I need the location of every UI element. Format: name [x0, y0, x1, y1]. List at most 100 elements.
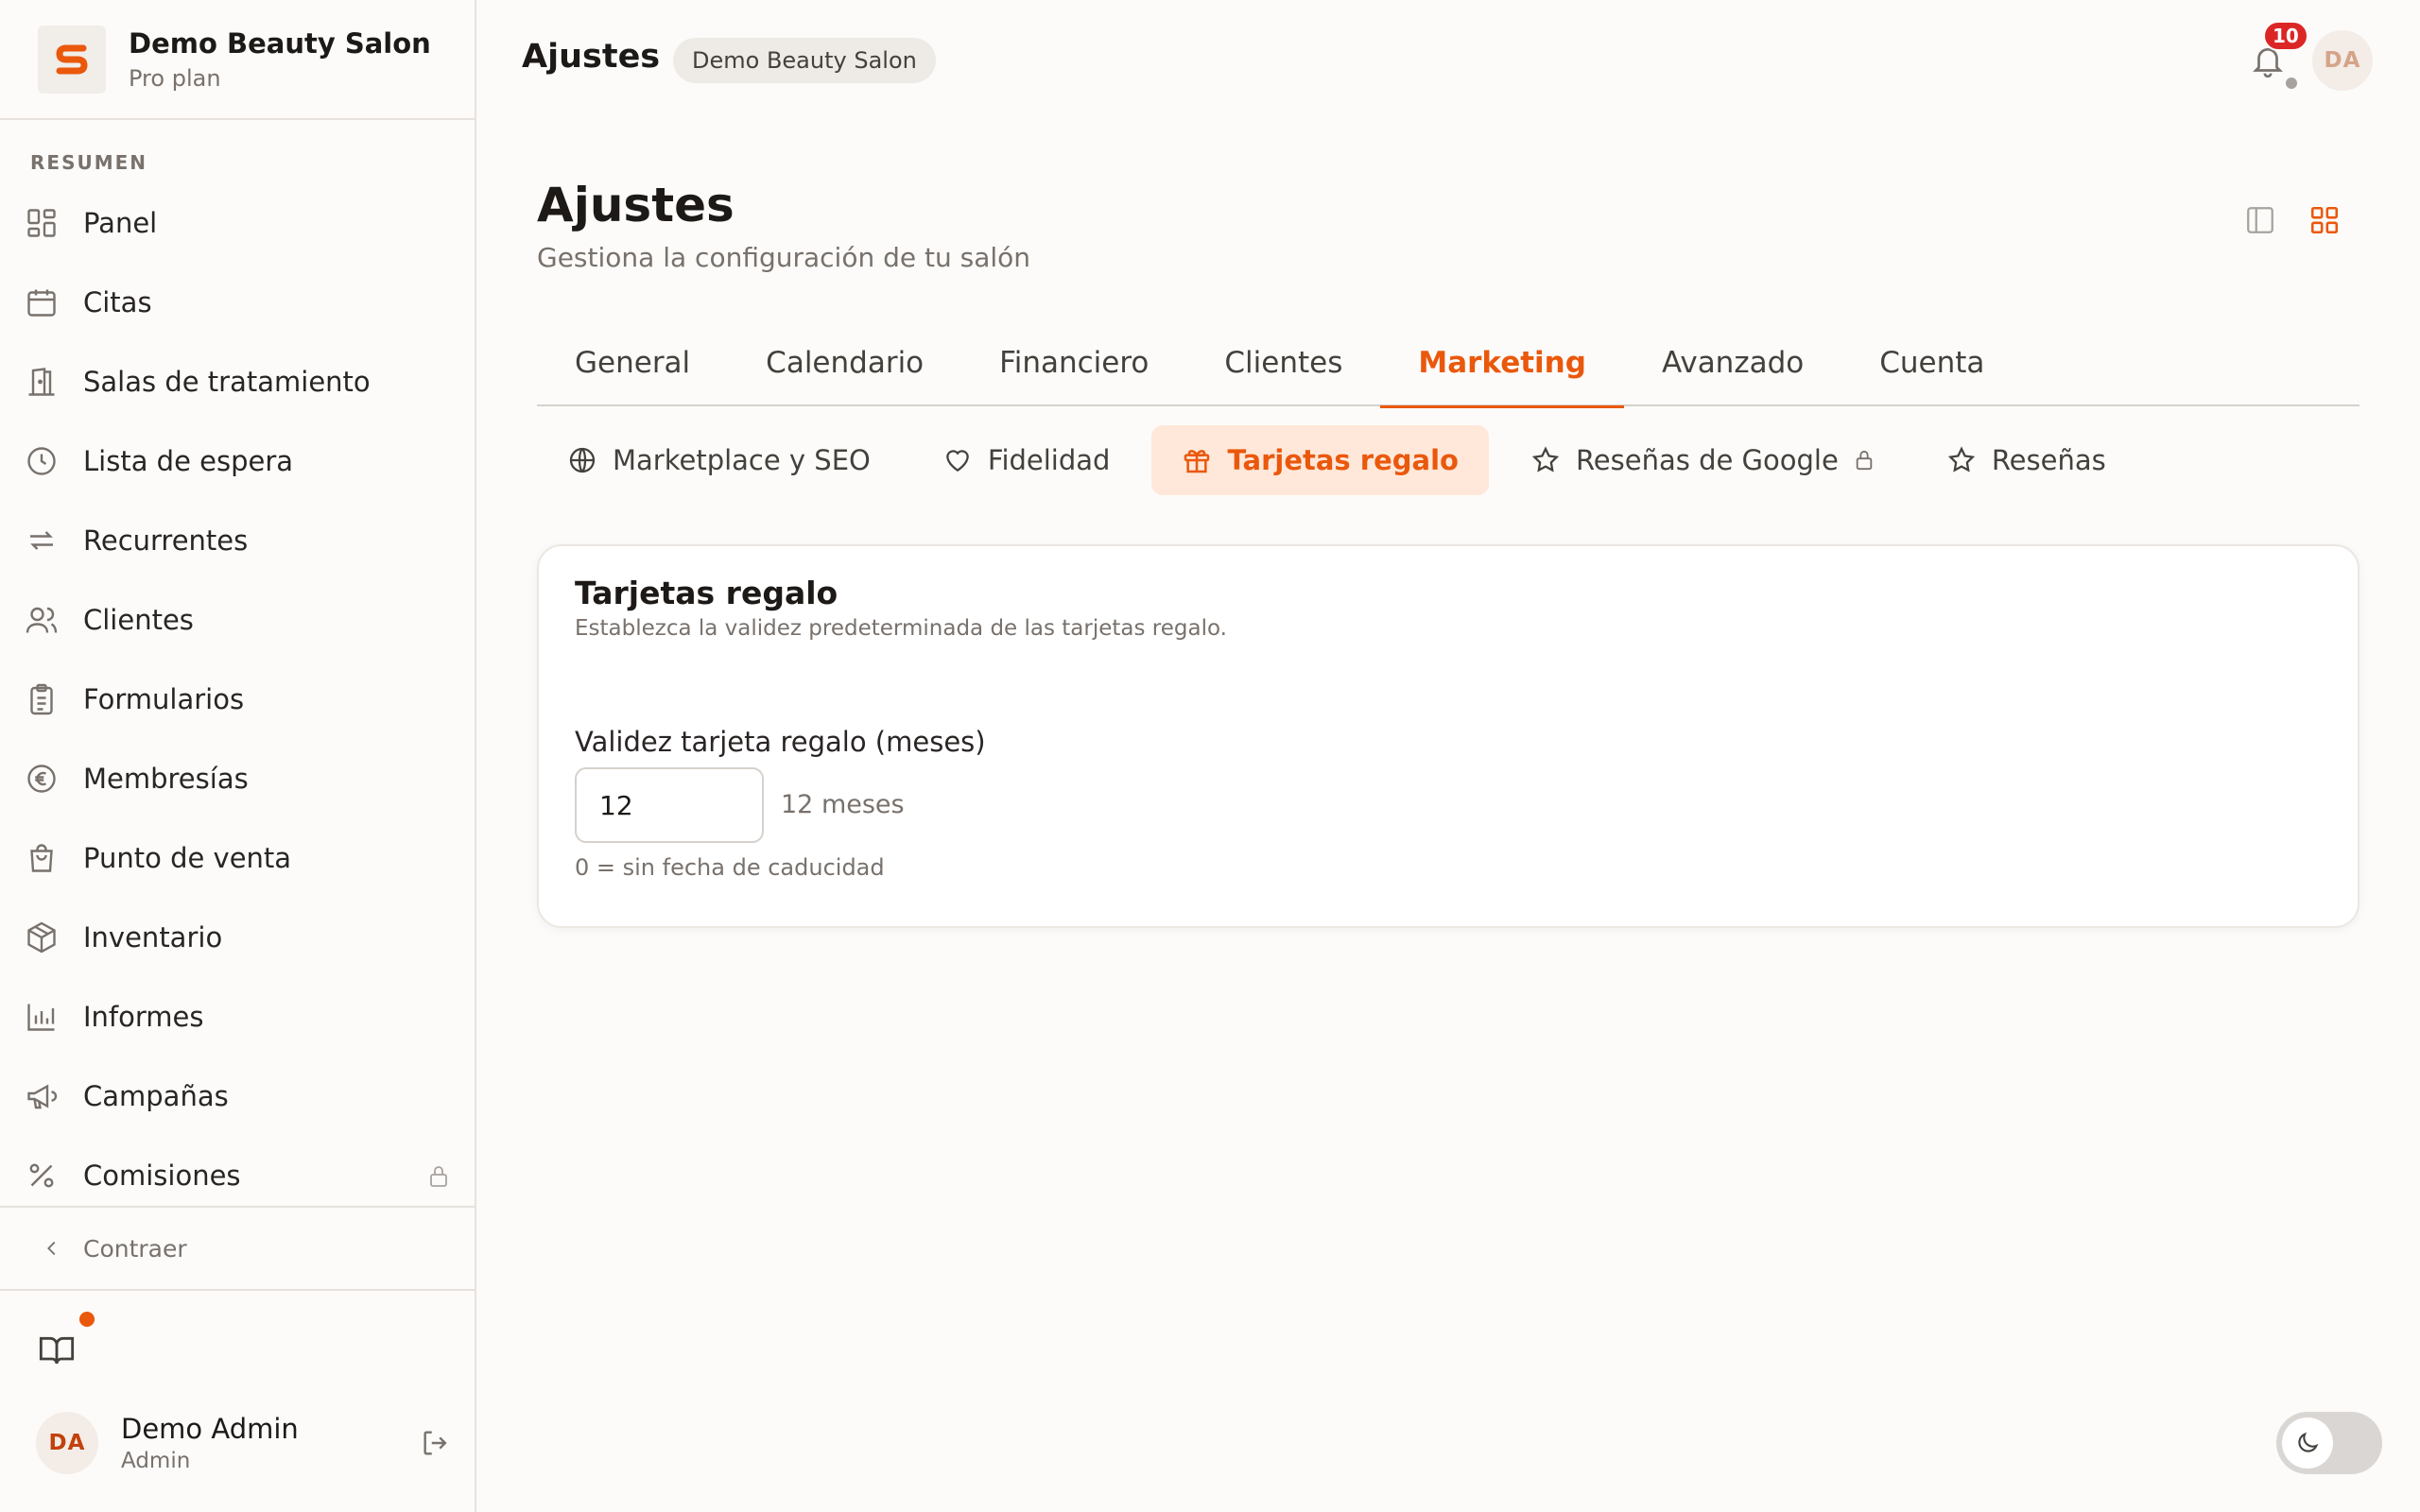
globe-icon — [569, 447, 596, 473]
subtab-label: Marketplace y SEO — [613, 444, 871, 476]
validity-help-text: 0 = sin fecha de caducidad — [575, 854, 885, 881]
status-dot — [2286, 77, 2297, 89]
marketing-subtabs: Marketplace y SEO Fidelidad Tarjetas reg… — [537, 425, 2148, 495]
moon-icon — [2298, 1432, 2319, 1452]
door-icon — [28, 368, 55, 396]
shopping-bag-icon — [30, 844, 53, 872]
validity-months-input[interactable] — [575, 767, 764, 843]
sidebar-item-inventario[interactable]: Inventario — [0, 898, 475, 977]
brand-header[interactable]: Demo Beauty Salon Pro plan — [0, 0, 475, 120]
guide-notification-dot — [79, 1312, 95, 1327]
sidebar-item-label: Recurrentes — [83, 524, 249, 557]
card-description: Establezca la validez predeterminada de … — [575, 616, 1227, 641]
sidebar-item-formularios[interactable]: Formularios — [0, 660, 475, 739]
sidebar-item-label: Campañas — [83, 1080, 229, 1112]
sidebar-item-comisiones[interactable]: Comisiones — [0, 1136, 475, 1215]
sidebar-item-label: Punto de venta — [83, 842, 292, 874]
settings-tabs: General Calendario Financiero Clientes M… — [537, 319, 2360, 408]
sidebar: Demo Beauty Salon Pro plan RESUMEN Panel… — [0, 0, 476, 1512]
sidebar-item-recurrentes[interactable]: Recurrentes — [0, 501, 475, 580]
salon-badge: Demo Beauty Salon — [673, 38, 936, 83]
subtab-label: Tarjetas regalo — [1227, 444, 1459, 476]
box-icon — [27, 921, 56, 954]
star-icon — [1531, 446, 1560, 472]
tab-calendario[interactable]: Calendario — [728, 319, 961, 406]
gift-card-settings-card: Tarjetas regalo Establezca la validez pr… — [537, 544, 2360, 928]
lock-icon — [430, 1166, 447, 1187]
sidebar-item-punto-venta[interactable]: Punto de venta — [0, 818, 475, 898]
megaphone-icon — [27, 1084, 58, 1109]
notification-count-badge: 10 — [2263, 21, 2308, 51]
logo-icon — [56, 44, 88, 74]
theme-toggle-knob — [2282, 1418, 2333, 1469]
sidebar-item-lista-espera[interactable]: Lista de espera — [0, 421, 475, 501]
sidebar-item-citas[interactable]: Citas — [0, 263, 475, 342]
page-subtitle: Gestiona la configuración de tu salón — [537, 242, 1031, 273]
chevron-left-icon — [47, 1241, 56, 1256]
collapse-label: Contraer — [83, 1234, 187, 1263]
sidebar-item-label: Panel — [83, 207, 158, 239]
sidebar-layout-icon[interactable] — [2244, 204, 2276, 236]
subtab-fidelidad[interactable]: Fidelidad — [912, 425, 1141, 495]
calendar-icon — [27, 289, 56, 317]
subtab-label: Reseñas — [1991, 444, 2106, 476]
sidebar-item-informes[interactable]: Informes — [0, 977, 475, 1057]
grid-icon — [27, 209, 56, 237]
page-title: Ajustes — [537, 178, 735, 232]
sidebar-item-label: Formularios — [83, 683, 245, 715]
subtab-tarjetas-regalo[interactable]: Tarjetas regalo — [1151, 425, 1489, 495]
brand-plan: Pro plan — [129, 64, 221, 92]
sidebar-item-membresias[interactable]: Membresías — [0, 739, 475, 818]
subtab-marketplace-seo[interactable]: Marketplace y SEO — [537, 425, 901, 495]
percent-icon — [29, 1163, 54, 1188]
book-icon[interactable] — [38, 1331, 76, 1368]
nav-section-label: RESUMEN — [30, 151, 148, 174]
sidebar-item-label: Membresías — [83, 763, 249, 795]
tab-financiero[interactable]: Financiero — [961, 319, 1186, 406]
collapse-sidebar-button[interactable]: Contraer — [0, 1206, 475, 1291]
tab-clientes[interactable]: Clientes — [1186, 319, 1380, 406]
user-name: Demo Admin — [121, 1413, 299, 1445]
subtab-resenas-google[interactable]: Reseñas de Google — [1500, 425, 1905, 495]
sidebar-item-label: Salas de tratamiento — [83, 366, 371, 398]
sidebar-item-label: Inventario — [83, 921, 223, 954]
brand-name: Demo Beauty Salon — [129, 26, 431, 60]
sidebar-item-clientes[interactable]: Clientes — [0, 580, 475, 660]
tab-general[interactable]: General — [537, 319, 728, 406]
tab-cuenta[interactable]: Cuenta — [1841, 319, 2022, 406]
gift-icon — [1184, 450, 1210, 473]
sidebar-item-label: Comisiones — [83, 1160, 241, 1192]
repeat-icon — [30, 531, 53, 550]
tab-marketing[interactable]: Marketing — [1380, 319, 1624, 408]
tab-avanzado[interactable]: Avanzado — [1624, 319, 1841, 406]
bar-chart-icon — [27, 1004, 55, 1031]
users-icon — [26, 607, 58, 633]
grid-layout-icon[interactable] — [2308, 204, 2341, 236]
logout-icon[interactable] — [420, 1427, 452, 1459]
sidebar-item-label: Clientes — [83, 604, 194, 636]
subtab-label: Reseñas de Google — [1575, 444, 1839, 476]
topbar-title: Ajustes — [522, 38, 661, 76]
subtab-label: Fidelidad — [987, 444, 1111, 476]
user-profile[interactable]: DA Demo Admin Admin — [36, 1412, 452, 1474]
theme-toggle[interactable] — [2276, 1412, 2382, 1474]
heart-icon — [946, 450, 969, 472]
lock-icon — [1856, 450, 1873, 471]
sidebar-item-label: Lista de espera — [83, 445, 294, 477]
sidebar-item-panel[interactable]: Panel — [0, 183, 475, 263]
user-avatar-button[interactable]: DA — [2312, 30, 2373, 91]
user-role: Admin — [121, 1449, 191, 1473]
star-icon — [1947, 446, 1975, 472]
sidebar-nav: Panel Citas Salas de tratamiento Lista d… — [0, 183, 475, 1215]
clipboard-icon — [30, 683, 53, 715]
sidebar-item-salas[interactable]: Salas de tratamiento — [0, 342, 475, 421]
brand-logo — [38, 25, 106, 94]
clock-icon — [27, 447, 56, 475]
sidebar-item-campanas[interactable]: Campañas — [0, 1057, 475, 1136]
validity-field-label: Validez tarjeta regalo (meses) — [575, 726, 986, 758]
subtab-resenas[interactable]: Reseñas — [1916, 425, 2136, 495]
card-title: Tarjetas regalo — [575, 575, 838, 611]
sidebar-item-label: Informes — [83, 1001, 204, 1033]
sidebar-item-label: Citas — [83, 286, 152, 318]
validity-suffix: 12 meses — [781, 790, 905, 819]
